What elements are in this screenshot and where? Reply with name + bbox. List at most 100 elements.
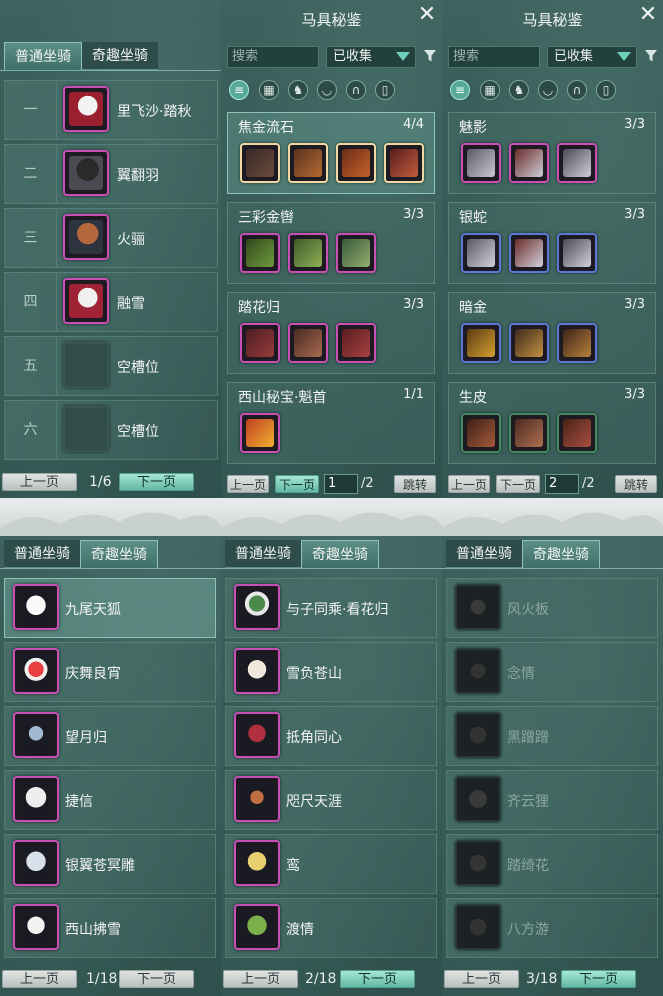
- category-saddle-icon[interactable]: ◡: [317, 80, 337, 100]
- barding-icon[interactable]: [557, 323, 597, 363]
- gear-set-card[interactable]: 魅影 3/3: [448, 112, 656, 194]
- saddle-icon[interactable]: [509, 323, 549, 363]
- next-page-button[interactable]: 下一页: [340, 970, 415, 988]
- barding-icon[interactable]: [336, 233, 376, 273]
- prev-page-button[interactable]: 上一页: [444, 970, 519, 988]
- tab-fun-mount[interactable]: 奇趣坐骑: [80, 540, 158, 568]
- mount-slot[interactable]: 四 融雪: [4, 272, 218, 332]
- gear-set-card[interactable]: 生皮 3/3: [448, 382, 656, 464]
- gear-set-card[interactable]: 三彩金辔 3/3: [227, 202, 435, 284]
- tab-normal-mount[interactable]: 普通坐骑: [225, 540, 301, 568]
- mount-slot[interactable]: 五 空槽位: [4, 336, 218, 396]
- collection-filter-select[interactable]: 已收集: [326, 46, 416, 68]
- list-item[interactable]: 鸾: [225, 834, 437, 894]
- list-item[interactable]: 西山拂雪: [4, 898, 216, 958]
- barding-icon[interactable]: [557, 233, 597, 273]
- tab-fun-mount[interactable]: 奇趣坐骑: [301, 540, 379, 568]
- page-number-input[interactable]: 1: [324, 474, 358, 494]
- barding-icon[interactable]: [336, 323, 376, 363]
- bridle-icon[interactable]: [461, 413, 501, 453]
- gear-set-card[interactable]: 西山秘宝·魁首 1/1: [227, 382, 435, 464]
- list-item[interactable]: 九尾天狐: [4, 578, 216, 638]
- bridle-icon[interactable]: [461, 143, 501, 183]
- prev-page-button[interactable]: 上一页: [223, 970, 298, 988]
- gear-set-card[interactable]: 踏花归 3/3: [227, 292, 435, 374]
- tab-normal-mount[interactable]: 普通坐骑: [446, 540, 522, 568]
- stirrup-icon[interactable]: [336, 143, 376, 183]
- category-grid-icon[interactable]: ▦: [480, 80, 500, 100]
- category-all-icon[interactable]: ≡: [229, 80, 249, 100]
- category-armor-icon[interactable]: ▯: [375, 80, 395, 100]
- saddle-icon[interactable]: [509, 233, 549, 273]
- next-page-button[interactable]: 下一页: [119, 473, 194, 491]
- filter-icon[interactable]: [423, 49, 437, 63]
- prev-page-button[interactable]: 上一页: [227, 475, 269, 493]
- list-item[interactable]: 咫尺天涯: [225, 770, 437, 830]
- tab-fun-mount[interactable]: 奇趣坐骑: [82, 42, 158, 70]
- tab-normal-mount[interactable]: 普通坐骑: [4, 42, 82, 70]
- saddle-icon[interactable]: [288, 143, 328, 183]
- page-number-input[interactable]: 2: [545, 474, 579, 494]
- next-page-button[interactable]: 下一页: [561, 970, 636, 988]
- mount-slot[interactable]: 二 翼翻羽: [4, 144, 218, 204]
- category-shoe-icon[interactable]: ∩: [567, 80, 587, 100]
- mount-slot[interactable]: 六 空槽位: [4, 400, 218, 460]
- category-head-icon[interactable]: ♞: [509, 80, 529, 100]
- next-page-button[interactable]: 下一页: [275, 475, 319, 493]
- wing-armor-icon[interactable]: [384, 143, 424, 183]
- saddle-icon[interactable]: [288, 323, 328, 363]
- category-armor-icon[interactable]: ▯: [596, 80, 616, 100]
- list-item[interactable]: 念情: [446, 642, 658, 702]
- list-item[interactable]: 风火板: [446, 578, 658, 638]
- list-item[interactable]: 捷信: [4, 770, 216, 830]
- collection-filter-select[interactable]: 已收集: [547, 46, 637, 68]
- barding-icon[interactable]: [557, 143, 597, 183]
- close-icon[interactable]: ✕: [638, 4, 658, 26]
- list-item[interactable]: 踏绮花: [446, 834, 658, 894]
- list-item[interactable]: 望月归: [4, 706, 216, 766]
- prev-page-button[interactable]: 上一页: [448, 475, 490, 493]
- next-page-button[interactable]: 下一页: [119, 970, 194, 988]
- gear-set-card[interactable]: 焦金流石 4/4: [227, 112, 435, 194]
- token-icon[interactable]: [240, 413, 280, 453]
- category-shoe-icon[interactable]: ∩: [346, 80, 366, 100]
- gear-set-card[interactable]: 暗金 3/3: [448, 292, 656, 374]
- gear-set-card[interactable]: 银蛇 3/3: [448, 202, 656, 284]
- saddle-icon[interactable]: [509, 143, 549, 183]
- jump-button[interactable]: 跳转: [394, 475, 436, 493]
- bridle-icon[interactable]: [461, 233, 501, 273]
- category-grid-icon[interactable]: ▦: [259, 80, 279, 100]
- close-icon[interactable]: ✕: [417, 4, 437, 26]
- mount-slot[interactable]: 一 里飞沙·踏秋: [4, 80, 218, 140]
- bridle-icon[interactable]: [240, 323, 280, 363]
- prev-page-button[interactable]: 上一页: [2, 473, 77, 491]
- search-input[interactable]: 搜索: [448, 46, 540, 68]
- barding-icon[interactable]: [557, 413, 597, 453]
- category-head-icon[interactable]: ♞: [288, 80, 308, 100]
- list-item[interactable]: 与子同乘·看花归: [225, 578, 437, 638]
- next-page-button[interactable]: 下一页: [496, 475, 540, 493]
- list-item[interactable]: 庆舞良宵: [4, 642, 216, 702]
- list-item[interactable]: 齐云狸: [446, 770, 658, 830]
- prev-page-button[interactable]: 上一页: [2, 970, 77, 988]
- list-item[interactable]: 雪负苍山: [225, 642, 437, 702]
- saddle-icon[interactable]: [509, 413, 549, 453]
- list-item[interactable]: 渡情: [225, 898, 437, 958]
- horse-mask-icon[interactable]: [240, 143, 280, 183]
- category-saddle-icon[interactable]: ◡: [538, 80, 558, 100]
- mount-slot[interactable]: 三 火骊: [4, 208, 218, 268]
- jump-button[interactable]: 跳转: [615, 475, 657, 493]
- filter-icon[interactable]: [644, 49, 658, 63]
- list-item[interactable]: 银翼苍冥雕: [4, 834, 216, 894]
- list-item[interactable]: 黑蹭蹭: [446, 706, 658, 766]
- bridle-icon[interactable]: [240, 233, 280, 273]
- search-input[interactable]: 搜索: [227, 46, 319, 68]
- tab-normal-mount[interactable]: 普通坐骑: [4, 540, 80, 568]
- list-item[interactable]: 抵角同心: [225, 706, 437, 766]
- category-all-icon[interactable]: ≡: [450, 80, 470, 100]
- list-item[interactable]: 八方游: [446, 898, 658, 958]
- skateboard-icon: [455, 584, 501, 630]
- tab-fun-mount[interactable]: 奇趣坐骑: [522, 540, 600, 568]
- bridle-icon[interactable]: [461, 323, 501, 363]
- saddle-icon[interactable]: [288, 233, 328, 273]
